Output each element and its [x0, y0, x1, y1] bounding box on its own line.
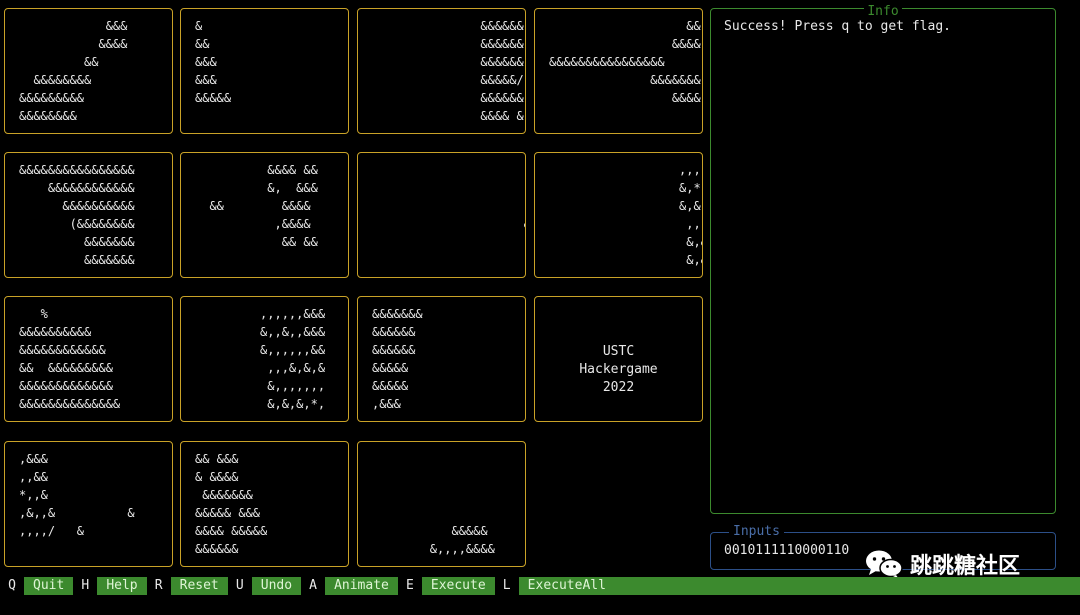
status-bar: Q Quit H Help R Reset U Undo A Animate E…	[0, 577, 1080, 595]
tile-art: & && &&& &&& &&&&&	[195, 19, 232, 105]
tile-art: &&&&&&& &&&&&& &&&&&& &&&&& &&&&& ,&&&	[372, 307, 423, 411]
game-title-text: USTC Hackergame 2022	[579, 344, 658, 395]
wechat-logo-icon	[866, 550, 903, 579]
tile-art: && &&& & &&&& &&&&&&& &&&&& &&& &&&& &&&…	[195, 452, 268, 556]
execute-all-button[interactable]: ExecuteAll	[518, 577, 1080, 595]
watermark-text: 跳跳糖社区	[910, 554, 1021, 579]
quit-button[interactable]: Quit	[24, 577, 74, 595]
tile-art: ,,,,,,&&& &,,&,,&&& &,,,,,,&& ,,,&,&,& &…	[260, 307, 326, 411]
puzzle-tile-13[interactable]: ,&&& ,,&& *,,& ,&,,& & ,,,,/ &	[4, 441, 173, 567]
tile-art: % &&&&&&&&&& &&&&&&&&&&&& && &&&&&&&&& &…	[19, 307, 121, 411]
animate-button[interactable]: Animate	[325, 577, 398, 595]
tile-art: &&&&&& &&&&&& &&&&&& &&&&&/ &&&&&& &&&& …	[480, 19, 524, 123]
info-panel: Info Success! Press q to get flag.	[710, 4, 1056, 514]
reset-button[interactable]: Reset	[170, 577, 228, 595]
puzzle-tile-15[interactable]: &&&&& &,,,,&&&&	[357, 441, 526, 567]
info-title-wrap: Info	[711, 0, 1055, 19]
tile-art: &&&&& &,,,,&&&&	[429, 524, 495, 556]
tile-art: &	[358, 153, 525, 233]
inputs-value: 0010111110000110	[724, 543, 850, 558]
puzzle-tile-1[interactable]: &&& &&&& && &&&&&&&& &&&&&&&&& &&&&&&&&	[4, 8, 173, 134]
info-message: Success! Press q to get flag.	[724, 19, 951, 34]
tile-art: &&&&&&&&&&&&&&&& &&&&&&&&&&&& &&&&&&&&&&…	[19, 163, 135, 267]
tile-art: && &&&& &&&&&&&&&&&&&&&& &&&&&&& &&&&	[549, 19, 701, 105]
key-hint-l: L	[502, 578, 511, 593]
key-hint-q: Q	[8, 578, 16, 593]
key-hint-a: A	[309, 578, 317, 593]
tile-art: &&&& && &, &&& && &&&& ,&&&& && &&	[209, 163, 318, 249]
tile-art: ,,,,,,& &,*,&,, &,&,,,, ,,,,&, &,&,,, &,…	[679, 163, 702, 267]
puzzle-tile-14[interactable]: && &&& & &&&& &&&&&&& &&&&& &&& &&&& &&&…	[180, 441, 349, 567]
help-button[interactable]: Help	[97, 577, 147, 595]
key-hint-e: E	[405, 578, 414, 593]
tile-art: &&& &&&& && &&&&&&&& &&&&&&&&& &&&&&&&&	[19, 19, 128, 123]
puzzle-tile-10[interactable]: ,,,,,,&&& &,,&,,&&& &,,,,,,&& ,,,&,&,& &…	[180, 296, 349, 422]
puzzle-tile-3[interactable]: &&&&&& &&&&&& &&&&&& &&&&&/ &&&&&& &&&& …	[357, 8, 526, 134]
key-hint-u: U	[235, 578, 244, 593]
puzzle-tile-5[interactable]: &&&&&&&&&&&&&&&& &&&&&&&&&&&& &&&&&&&&&&…	[4, 152, 173, 278]
puzzle-tile-4[interactable]: && &&&& &&&&&&&&&&&&&&&& &&&&&&& &&&&	[534, 8, 703, 134]
puzzle-tile-9[interactable]: % &&&&&&&&&& &&&&&&&&&&&& && &&&&&&&&& &…	[4, 296, 173, 422]
info-title: Info	[864, 4, 902, 19]
tile-art: ,&&& ,,&& *,,& ,&,,& & ,,,,/ &	[19, 452, 135, 538]
inputs-title: Inputs	[729, 524, 784, 539]
puzzle-tile-11[interactable]: &&&&&&& &&&&&& &&&&&& &&&&& &&&&& ,&&&	[357, 296, 526, 422]
key-hint-r: R	[154, 578, 163, 593]
watermark: 跳跳糖社区	[864, 548, 1020, 580]
undo-button[interactable]: Undo	[251, 577, 302, 595]
puzzle-tile-6[interactable]: &&&& && &, &&& && &&&& ,&&&& && &&	[180, 152, 349, 278]
puzzle-tile-title[interactable]: USTC Hackergame 2022	[534, 296, 703, 422]
execute-button[interactable]: Execute	[421, 577, 495, 595]
puzzle-tile-7[interactable]: &	[357, 152, 526, 278]
key-hint-h: H	[81, 578, 90, 593]
puzzle-tile-2[interactable]: & && &&& &&& &&&&&	[180, 8, 349, 134]
puzzle-tile-8[interactable]: ,,,,,,& &,*,&,, &,&,,,, ,,,,&, &,&,,, &,…	[534, 152, 703, 278]
